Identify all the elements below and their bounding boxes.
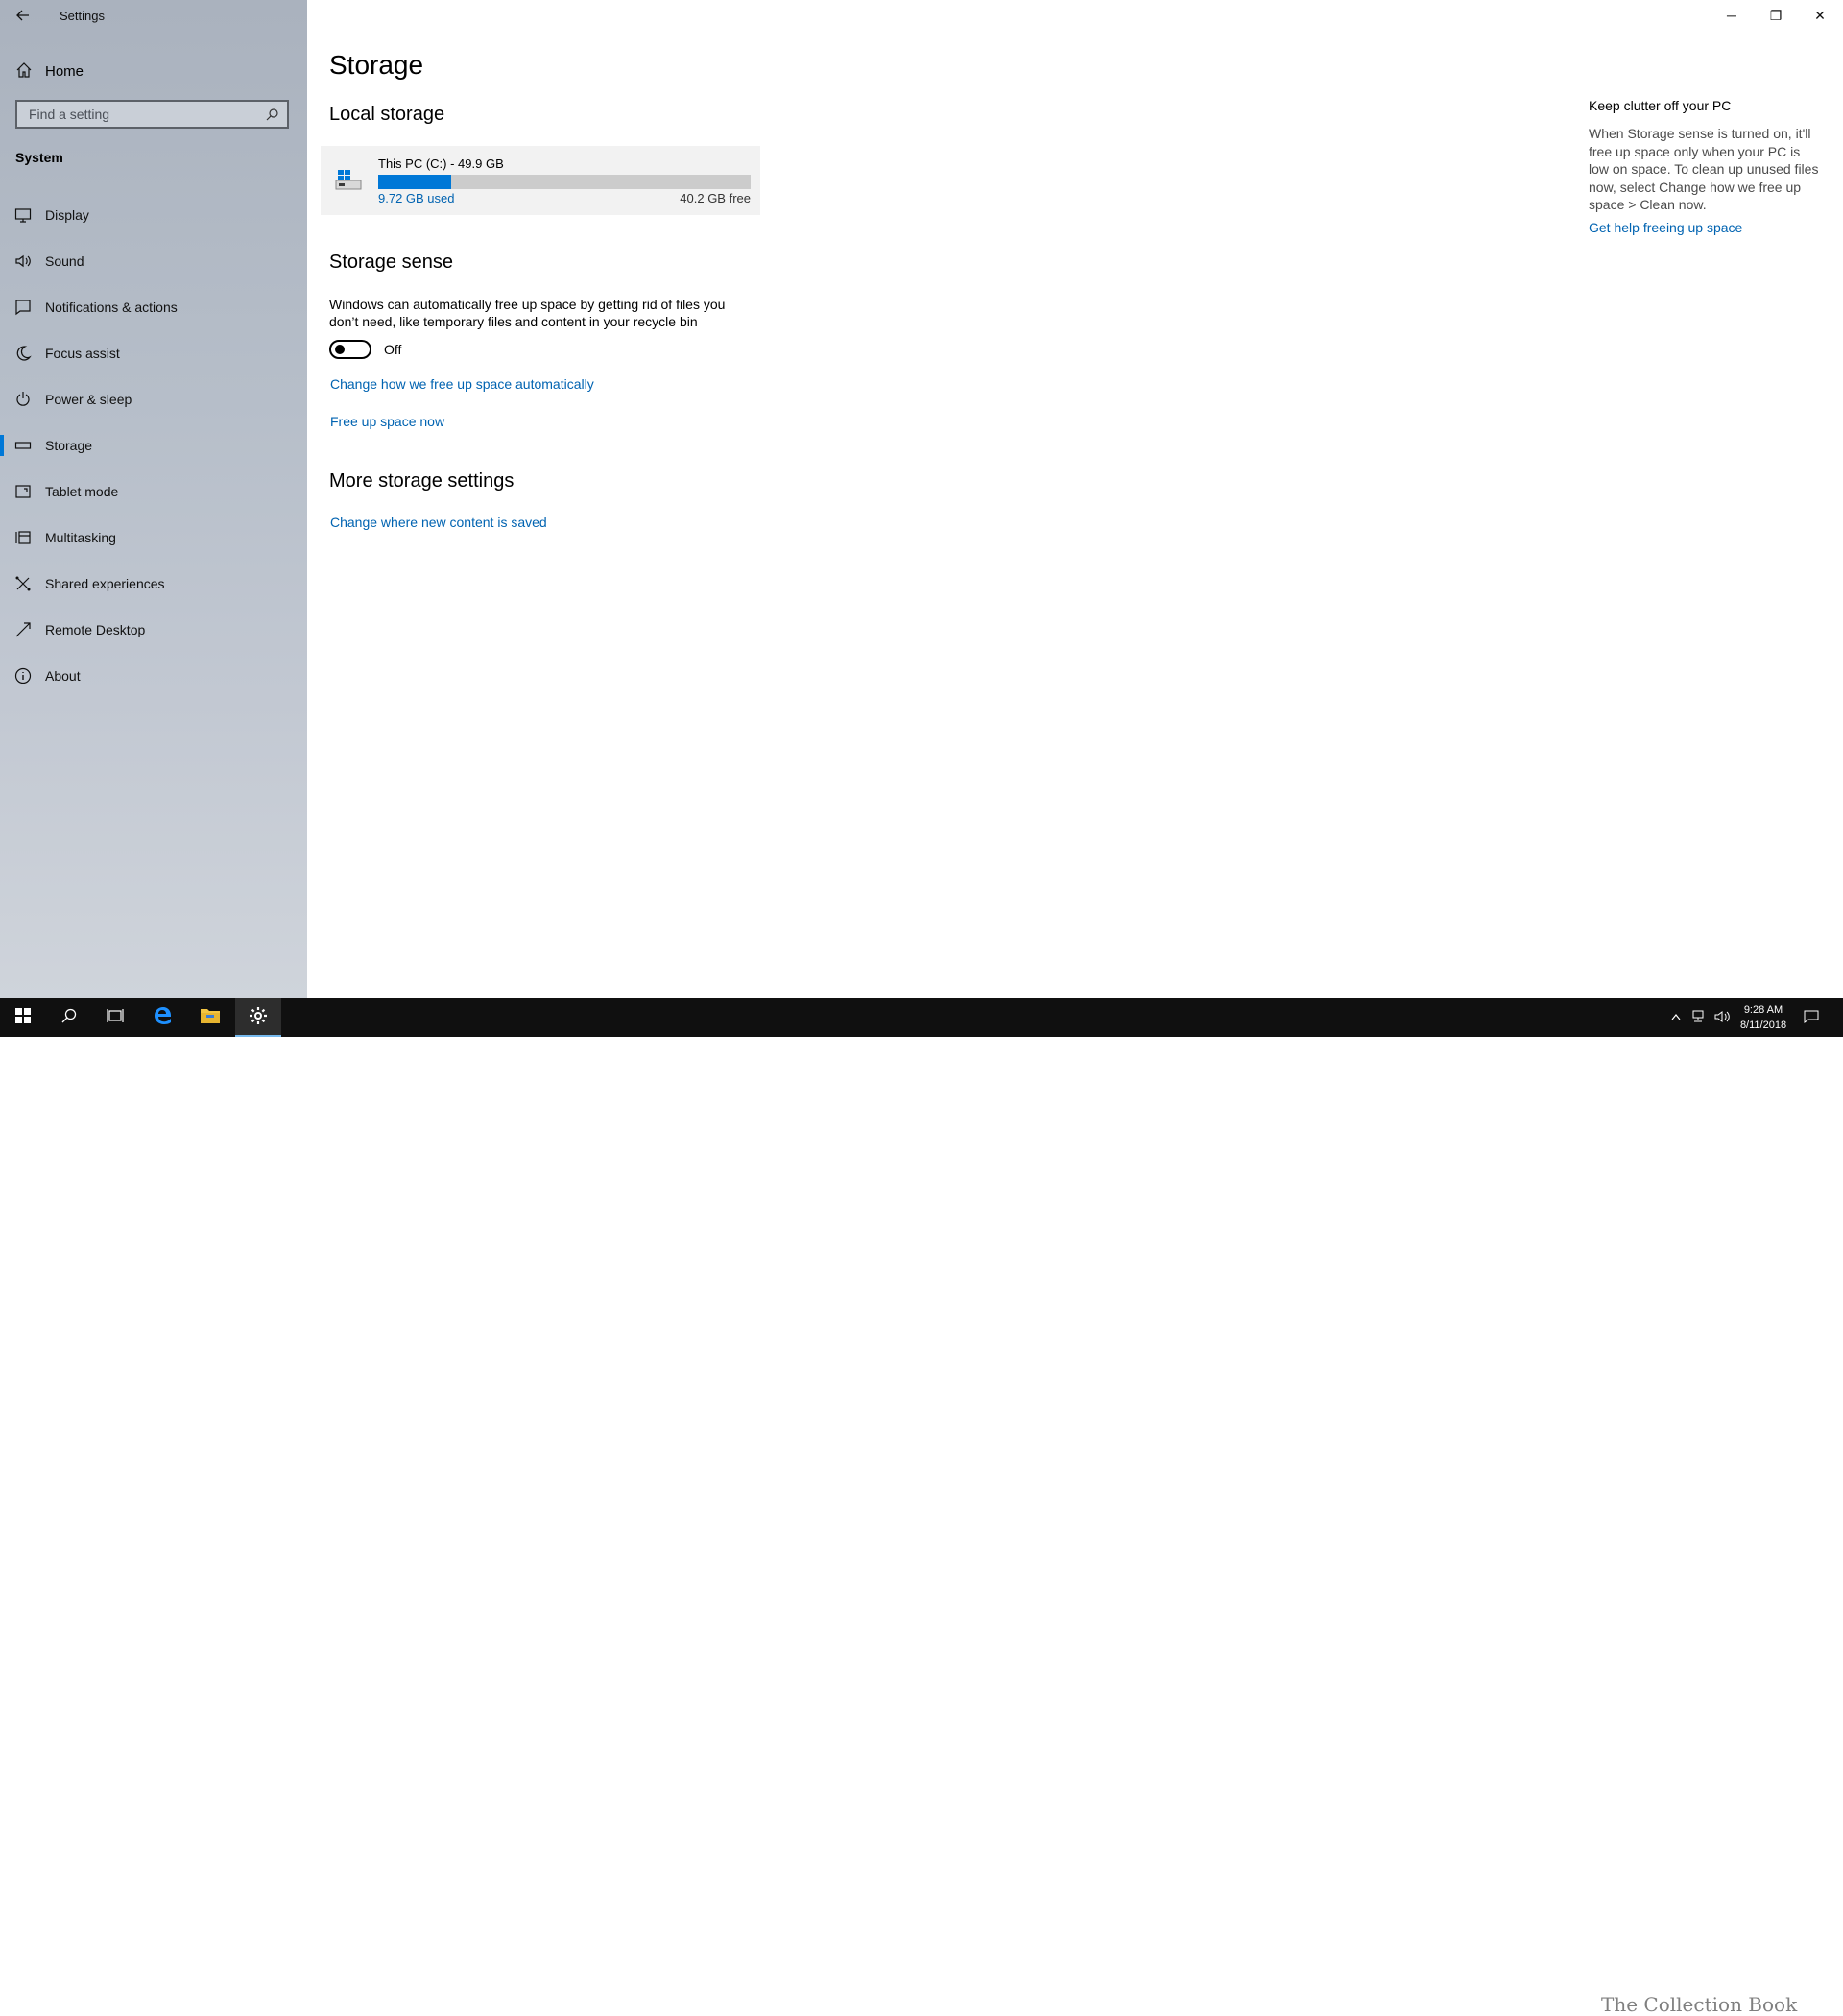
sidebar-item-label: Power & sleep — [45, 392, 132, 407]
gear-icon — [249, 1006, 268, 1030]
close-button[interactable]: ✕ — [1798, 0, 1842, 31]
search-input[interactable] — [27, 106, 261, 123]
notifications-icon — [14, 299, 32, 316]
minimize-button[interactable]: ─ — [1710, 0, 1754, 31]
toggle-state-label: Off — [384, 342, 402, 357]
sidebar-item-label: Display — [45, 207, 89, 223]
taskbar-clock[interactable]: 9:28 AM 8/11/2018 — [1730, 1002, 1797, 1033]
page-title: Storage — [329, 50, 424, 80]
restore-button[interactable]: ❐ — [1754, 0, 1798, 31]
tablet-mode-icon — [14, 483, 32, 500]
sidebar: Settings Home System Display Sound Notif… — [0, 0, 307, 998]
power-icon — [14, 391, 32, 408]
storage-sense-toggle[interactable] — [329, 340, 371, 359]
folder-icon — [200, 1007, 221, 1029]
home-icon — [15, 61, 35, 81]
network-icon — [1691, 1010, 1707, 1026]
change-save-location-link[interactable]: Change where new content is saved — [330, 515, 547, 530]
shared-experiences-icon — [14, 575, 32, 592]
usage-bar — [378, 175, 751, 189]
sidebar-item-multitasking[interactable]: Multitasking — [0, 518, 307, 557]
sidebar-item-shared-experiences[interactable]: Shared experiences — [0, 564, 307, 603]
sidebar-item-label: Remote Desktop — [45, 622, 146, 637]
task-view-icon — [107, 1008, 124, 1028]
sidebar-item-home[interactable]: Home — [0, 56, 307, 86]
search-box — [15, 100, 289, 129]
file-explorer-button[interactable] — [187, 998, 233, 1037]
usage-bar-fill — [378, 175, 451, 189]
sound-icon — [14, 252, 32, 270]
storage-sense-heading: Storage sense — [329, 252, 453, 273]
about-icon — [14, 667, 32, 684]
more-storage-settings-heading: More storage settings — [329, 470, 515, 492]
sidebar-item-label: Multitasking — [45, 530, 116, 545]
free-up-space-now-link[interactable]: Free up space now — [330, 414, 444, 429]
task-view-button[interactable] — [92, 998, 138, 1037]
app-title: Settings — [60, 9, 105, 23]
drive-name: This PC (C:) - 49.9 GB — [378, 156, 504, 171]
sidebar-item-remote-desktop[interactable]: Remote Desktop — [0, 611, 307, 649]
local-storage-heading: Local storage — [329, 104, 445, 125]
network-button[interactable] — [1687, 998, 1711, 1037]
sidebar-item-focus-assist[interactable]: Focus assist — [0, 334, 307, 372]
sidebar-item-sound[interactable]: Sound — [0, 242, 307, 280]
sidebar-item-display[interactable]: Display — [0, 196, 307, 234]
chevron-up-icon — [1671, 1012, 1681, 1023]
taskbar: The Collection Book 9:28 AM 8/11/2018 — [0, 998, 1843, 2016]
storage-icon — [14, 437, 32, 454]
get-help-link[interactable]: Get help freeing up space — [1589, 220, 1742, 235]
taskbar-search-button[interactable] — [46, 998, 92, 1037]
sidebar-item-power-sleep[interactable]: Power & sleep — [0, 380, 307, 419]
sidebar-item-label: Storage — [45, 438, 93, 453]
focus-assist-icon — [14, 345, 32, 362]
sidebar-item-tablet-mode[interactable]: Tablet mode — [0, 472, 307, 511]
free-label: 40.2 GB free — [680, 191, 751, 205]
used-label: 9.72 GB used — [378, 191, 455, 205]
sidebar-item-about[interactable]: About — [0, 657, 307, 695]
sidebar-item-notifications[interactable]: Notifications & actions — [0, 288, 307, 326]
action-center-icon — [1804, 1010, 1819, 1026]
show-hidden-icons-button[interactable] — [1664, 998, 1687, 1037]
edge-button[interactable] — [140, 998, 186, 1037]
settings-taskbar-button[interactable] — [235, 998, 281, 1037]
sidebar-item-label: Home — [45, 62, 84, 80]
clock-time: 9:28 AM — [1743, 1004, 1783, 1016]
sidebar-item-label: Sound — [45, 253, 84, 269]
section-heading: System — [15, 150, 63, 165]
aside-text: When Storage sense is turned on, it'll f… — [1589, 126, 1819, 212]
watermark: The Collection Book — [1601, 1993, 1798, 2016]
active-indicator — [0, 435, 4, 456]
drive-icon — [334, 167, 363, 194]
sidebar-item-label: Tablet mode — [45, 484, 119, 499]
toggle-knob — [335, 345, 345, 354]
sidebar-item-label: About — [45, 668, 81, 684]
back-arrow-icon[interactable] — [12, 4, 35, 27]
remote-desktop-icon — [14, 621, 32, 638]
display-icon — [14, 206, 32, 224]
search-icon[interactable] — [266, 108, 279, 121]
search-icon — [61, 1008, 77, 1028]
windows-logo-icon — [15, 1007, 31, 1028]
start-button[interactable] — [0, 998, 46, 1037]
multitasking-icon — [14, 529, 32, 546]
storage-sense-description: Windows can automatically free up space … — [329, 297, 726, 329]
change-how-free-space-link[interactable]: Change how we free up space automaticall… — [330, 376, 594, 392]
sidebar-item-label: Shared experiences — [45, 576, 165, 591]
clock-date: 8/11/2018 — [1739, 1020, 1787, 1031]
drive-card[interactable]: This PC (C:) - 49.9 GB 9.72 GB used 40.2… — [321, 146, 760, 215]
sidebar-item-label: Focus assist — [45, 346, 120, 361]
sidebar-item-storage[interactable]: Storage — [0, 426, 307, 465]
aside-title: Keep clutter off your PC — [1589, 98, 1732, 113]
volume-icon — [1714, 1010, 1730, 1026]
sidebar-item-label: Notifications & actions — [45, 300, 178, 315]
edge-icon — [153, 1005, 174, 1031]
action-center-button[interactable] — [1797, 998, 1826, 1037]
